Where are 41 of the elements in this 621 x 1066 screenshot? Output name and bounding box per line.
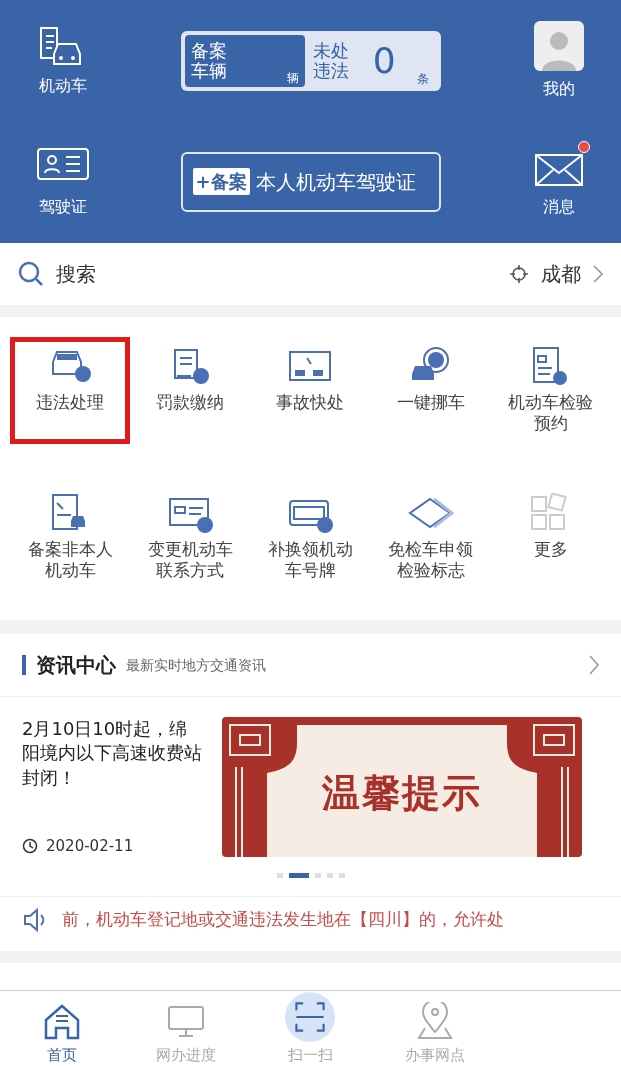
search-placeholder: 搜索 [56,261,97,288]
card-text: 本人机动车驾驶证 [255,168,416,196]
section-marker [22,655,26,675]
service-item[interactable]: 变更机动车联系方式 [130,483,251,590]
service-item[interactable]: 补换领机动车号牌 [250,483,371,590]
profile-label[interactable]: 消息 [542,194,575,219]
menu-label[interactable]: 驾驶证 [38,194,87,219]
menu-label[interactable]: 机动车 [38,73,87,98]
service-item[interactable]: 机动车检验预约 [490,337,611,444]
chevron-right-icon [593,265,603,283]
service-item[interactable]: 罚款缴纳 [130,337,251,444]
violation-count: 0 [372,38,396,83]
clock-icon [22,837,38,854]
search-bar[interactable]: 搜索 成都 [0,243,621,305]
service-item[interactable]: 违法处理 [10,337,131,444]
section-subtitle: 最新实时地方交通资讯 [126,655,267,675]
avatar-icon[interactable] [533,20,584,71]
article-date: 2020-02-11 [46,835,134,857]
scan-icon [293,1000,328,1034]
unit-label: 辆 [286,69,299,87]
profile-label[interactable]: 我的 [542,76,575,101]
service-item[interactable]: 免检车申领检验标志 [370,483,491,590]
add-license-card[interactable]: +备案 本人机动车驾驶证 [180,151,441,212]
service-item[interactable]: 一键挪车 [370,337,491,444]
location-icon [509,264,529,284]
banner-text: 温馨提示 [321,770,483,817]
tag: +备案 [192,168,250,195]
service-item[interactable]: 备案非本人机动车 [10,483,131,590]
city-label[interactable]: 成都 [541,259,581,289]
chevron-right-icon[interactable] [589,655,599,675]
tab-item[interactable]: 首页 [0,991,125,1066]
service-item[interactable]: 更多 [490,483,611,590]
service-item[interactable]: 事故快处 [250,337,371,444]
violation-label: 未处违法 [312,40,350,81]
vehicle-card[interactable]: 备案车辆 辆 未处违法 0 条 [180,30,441,91]
search-icon [18,261,44,287]
card-label: 备案车辆 [190,40,228,81]
section-title: 资讯中心 [36,652,116,679]
unit-label: 条 [416,70,429,88]
article-title[interactable]: 2月10日10时起，绵阳境内以下高速收费站封闭！ [22,717,202,790]
notice-text: 前，机动车登记地或交通违法发生地在【四川】的，允许处 [62,908,504,932]
